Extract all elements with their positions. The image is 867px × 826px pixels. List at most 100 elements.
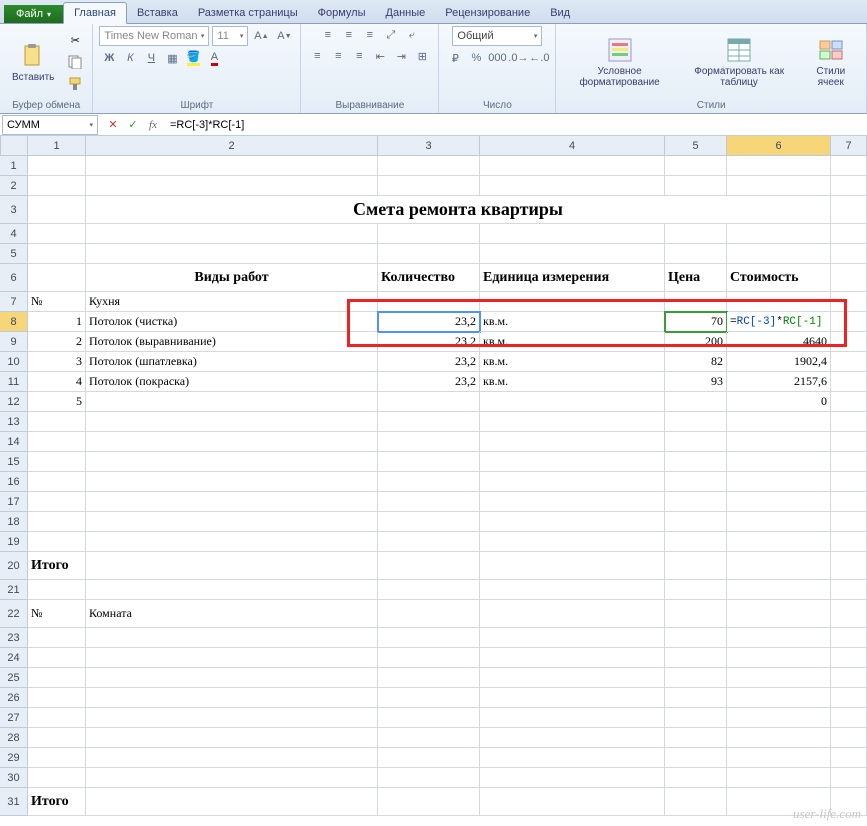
cell[interactable] (727, 452, 831, 472)
row-header[interactable]: 21 (0, 580, 28, 600)
cell[interactable] (665, 512, 727, 532)
cell[interactable] (727, 532, 831, 552)
cell[interactable] (28, 532, 86, 552)
row-header[interactable]: 14 (0, 432, 28, 452)
cell[interactable] (831, 492, 867, 512)
row-header[interactable]: 2 (0, 176, 28, 196)
cell[interactable] (831, 264, 867, 292)
tab-file[interactable]: Файл▾ (4, 5, 63, 23)
cell[interactable] (28, 748, 86, 768)
select-all-corner[interactable] (0, 136, 28, 156)
cell[interactable] (378, 244, 480, 264)
cell[interactable]: Комната (86, 600, 378, 628)
cell[interactable] (378, 432, 480, 452)
cell[interactable] (480, 648, 665, 668)
cell-qty-selected[interactable]: 23,2 (378, 312, 480, 332)
align-center-button[interactable]: ≡ (328, 47, 348, 65)
cell[interactable]: Итого (28, 552, 86, 580)
header-cost[interactable]: Стоимость (727, 264, 831, 292)
row-header[interactable]: 24 (0, 648, 28, 668)
row-header[interactable]: 6 (0, 264, 28, 292)
cell[interactable] (831, 648, 867, 668)
fill-color-button[interactable]: 🪣 (183, 49, 203, 67)
cell[interactable]: 1 (28, 312, 86, 332)
bold-button[interactable]: Ж (99, 49, 119, 67)
cell-styles-button[interactable]: Стили ячеек (802, 34, 860, 90)
formula-input[interactable]: =RC[-3]*RC[-1] (166, 119, 867, 131)
cell[interactable] (28, 244, 86, 264)
cell[interactable] (665, 472, 727, 492)
cell[interactable] (378, 600, 480, 628)
underline-button[interactable]: Ч (141, 49, 161, 67)
cell[interactable] (831, 412, 867, 432)
header-qty[interactable]: Количество (378, 264, 480, 292)
tab-formulas[interactable]: Формулы (308, 3, 376, 23)
cell[interactable] (480, 688, 665, 708)
cell[interactable] (727, 748, 831, 768)
cell[interactable] (727, 580, 831, 600)
cell[interactable] (378, 224, 480, 244)
cell[interactable] (727, 244, 831, 264)
tab-insert[interactable]: Вставка (127, 3, 188, 23)
cell[interactable] (665, 580, 727, 600)
row-header[interactable]: 11 (0, 372, 28, 392)
cell[interactable] (727, 224, 831, 244)
cell[interactable] (665, 244, 727, 264)
cell[interactable] (480, 452, 665, 472)
font-size-select[interactable]: 11▾ (212, 26, 248, 46)
cell[interactable] (86, 688, 378, 708)
cell[interactable]: 93 (665, 372, 727, 392)
decrease-indent-button[interactable]: ⇤ (370, 47, 390, 65)
border-button[interactable]: ▦ (162, 49, 182, 67)
cell[interactable] (378, 156, 480, 176)
increase-font-button[interactable]: A▲ (251, 27, 271, 45)
cell[interactable] (378, 768, 480, 788)
cell[interactable] (86, 768, 378, 788)
cell[interactable] (28, 176, 86, 196)
cell[interactable]: Потолок (покраска) (86, 372, 378, 392)
cell[interactable] (665, 392, 727, 412)
cell[interactable] (28, 196, 86, 224)
cell[interactable] (86, 648, 378, 668)
cell-num-label[interactable]: № (28, 292, 86, 312)
align-bottom-button[interactable]: ≡ (360, 26, 380, 44)
cell[interactable] (831, 196, 867, 224)
cell[interactable] (378, 452, 480, 472)
cell[interactable] (665, 600, 727, 628)
row-header[interactable]: 23 (0, 628, 28, 648)
cell[interactable] (831, 668, 867, 688)
cell[interactable] (665, 532, 727, 552)
row-header[interactable]: 9 (0, 332, 28, 352)
cell[interactable] (28, 512, 86, 532)
cell[interactable] (86, 244, 378, 264)
cell[interactable] (665, 412, 727, 432)
cell[interactable] (378, 392, 480, 412)
cell[interactable] (28, 648, 86, 668)
cell[interactable] (378, 552, 480, 580)
row-header[interactable]: 20 (0, 552, 28, 580)
cell[interactable] (665, 728, 727, 748)
cell[interactable] (378, 688, 480, 708)
cell[interactable] (831, 452, 867, 472)
cell[interactable] (378, 628, 480, 648)
cell[interactable]: 200 (665, 332, 727, 352)
cell[interactable] (28, 264, 86, 292)
cell[interactable]: 3 (28, 352, 86, 372)
row-header[interactable]: 26 (0, 688, 28, 708)
cell[interactable] (665, 432, 727, 452)
row-header[interactable]: 15 (0, 452, 28, 472)
font-name-select[interactable]: Times New Roman▾ (99, 26, 209, 46)
cell[interactable] (480, 392, 665, 412)
cell[interactable] (665, 708, 727, 728)
cell[interactable]: 2157,6 (727, 372, 831, 392)
cell[interactable] (665, 156, 727, 176)
cell[interactable] (831, 580, 867, 600)
cell[interactable]: Потолок (чистка) (86, 312, 378, 332)
enter-formula-button[interactable]: ✓ (124, 118, 142, 131)
cell[interactable] (86, 628, 378, 648)
cut-button[interactable]: ✂ (64, 30, 86, 50)
cell[interactable] (480, 532, 665, 552)
cell[interactable] (665, 748, 727, 768)
cell[interactable] (86, 728, 378, 748)
cell[interactable] (665, 648, 727, 668)
